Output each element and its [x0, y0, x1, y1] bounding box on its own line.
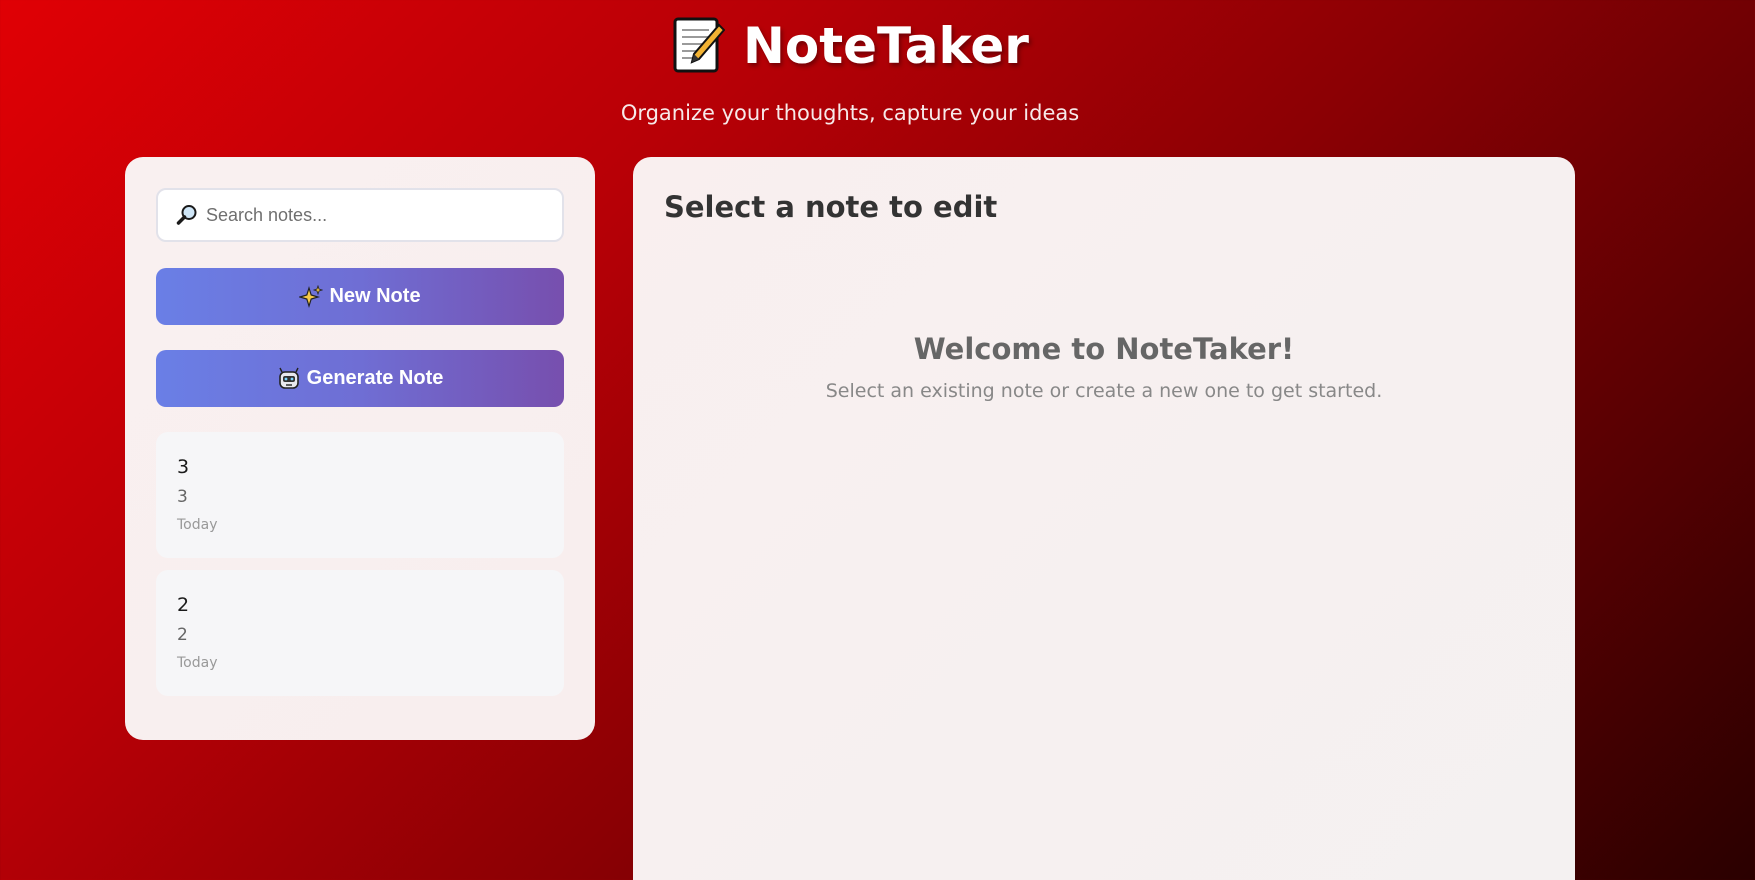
editor-panel: Select a note to edit Welcome to NoteTak…	[633, 157, 1575, 880]
welcome-text: Select an existing note or create a new …	[825, 380, 1383, 402]
search-box[interactable]	[156, 188, 564, 242]
note-title: 2	[177, 594, 190, 616]
note-date: Today	[177, 655, 218, 671]
sparkles-icon	[298, 284, 324, 309]
note-list-item[interactable]: 2 2 Today	[156, 570, 564, 696]
note-date: Today	[177, 517, 218, 533]
generate-note-button[interactable]: Generate Note	[156, 350, 564, 407]
app-title: NoteTaker	[743, 17, 1029, 75]
magnifier-icon	[176, 204, 198, 226]
app-header: NoteTaker Organize your thoughts, captur…	[0, 12, 1700, 126]
memo-icon	[671, 17, 726, 75]
welcome-message: Welcome to NoteTaker! Select an existing…	[633, 331, 1575, 403]
sidebar: New Note Generate Note 3 3 Today 2 2 Tod…	[125, 157, 595, 740]
note-title: 3	[177, 456, 190, 478]
new-note-button[interactable]: New Note	[156, 268, 564, 325]
app-title-row: NoteTaker	[671, 12, 1029, 80]
welcome-title: Welcome to NoteTaker!	[913, 332, 1295, 366]
app-subtitle: Organize your thoughts, capture your ide…	[620, 101, 1080, 125]
note-preview: 2	[177, 625, 188, 645]
note-preview: 3	[177, 487, 188, 507]
new-note-label: New Note	[329, 285, 421, 307]
generate-note-label: Generate Note	[306, 367, 444, 389]
robot-icon	[277, 367, 301, 391]
note-list-item[interactable]: 3 3 Today	[156, 432, 564, 558]
search-input[interactable]	[206, 204, 546, 226]
editor-heading: Select a note to edit	[664, 190, 998, 224]
